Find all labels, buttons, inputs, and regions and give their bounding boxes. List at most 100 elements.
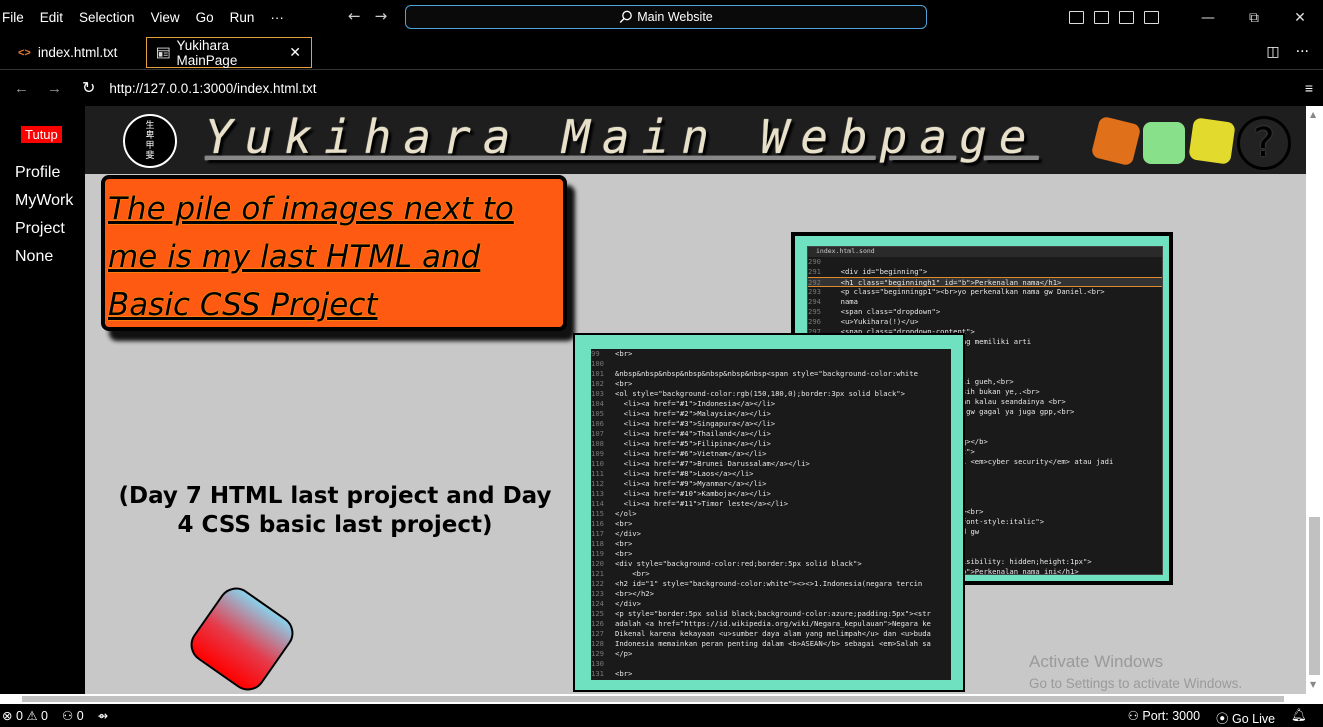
browser-menu-icon[interactable]: ≡ — [1305, 80, 1313, 96]
close-window-button[interactable]: ✕ — [1277, 10, 1323, 26]
code-line: 102 <br> — [591, 379, 951, 389]
green-square-icon[interactable] — [1143, 122, 1185, 164]
orange-square-icon[interactable] — [1090, 115, 1142, 167]
menu-item-go[interactable]: Go — [188, 10, 222, 25]
seal-logo: 生卑甲斐 — [123, 114, 177, 168]
code-line: 126 adalah <a href="https://id.wikipedia.… — [591, 619, 951, 629]
code-line: 101 &nbsp&nbsp&nbsp&nbsp&nbsp&nbsp&nbsp<s… — [591, 369, 951, 379]
browser-toolbar: ← → ↻ http://127.0.0.1:3000/index.html.t… — [0, 70, 1323, 106]
code-line: 103 <ol style="background-color:rgb(150,1… — [591, 389, 951, 399]
line-number: 290 — [808, 257, 821, 266]
customize-layout-icon[interactable] — [1144, 11, 1159, 24]
broadcast-icon: ⚇ — [1127, 709, 1143, 723]
line-text: <div style="background-color:red;border:… — [615, 559, 862, 568]
menu-more-icon[interactable]: ··· — [262, 10, 292, 25]
code-line: 129 </p> — [591, 649, 951, 659]
code-line: 120 <div style="background-color:red;bord… — [591, 559, 951, 569]
project-caption: (Day 7 HTML last project and Day 4 CSS b… — [100, 482, 570, 540]
browser-back-icon[interactable]: ← — [14, 80, 29, 97]
toggle-panel-icon[interactable] — [1094, 11, 1109, 24]
problems-indicator[interactable]: ⊗ 0 ⚠ 0 — [2, 708, 48, 723]
browser-forward-icon[interactable]: → — [47, 80, 62, 97]
menu-item-view[interactable]: View — [143, 10, 188, 25]
code-line: 128 Indonesia memainkan peran penting dal… — [591, 639, 951, 649]
line-number: 116 — [591, 519, 604, 528]
activate-title: Activate Windows — [1029, 652, 1164, 671]
notifications-bell-icon[interactable]: 🔔︎ — [1291, 708, 1307, 727]
line-number: 107 — [591, 429, 604, 438]
code-line: 131 <br> — [591, 669, 951, 679]
yellow-square-icon[interactable] — [1188, 117, 1236, 165]
restore-button[interactable]: ⧉ — [1231, 10, 1277, 26]
split-editor-icon[interactable]: ◫ — [1266, 44, 1279, 60]
scroll-down-icon[interactable]: ▼ — [1310, 680, 1316, 689]
line-number: 101 — [591, 369, 604, 378]
broadcast-icon: ⚇ — [62, 709, 77, 723]
sidebar-link-none[interactable]: None — [15, 248, 53, 266]
sidebar-link-mywork[interactable]: MyWork — [15, 192, 73, 210]
webpage-viewport: Tutup Profile MyWork Project None 生卑甲斐 Y… — [0, 106, 1306, 694]
line-text: <p style="border:5px solid black;backgro… — [615, 609, 931, 618]
line-text: <br> — [615, 539, 633, 548]
code-line: 292 <h1 class="beginningh1" id="b">Perke… — [808, 277, 1162, 287]
line-number: 121 — [591, 569, 604, 578]
line-text: <br> — [615, 379, 633, 388]
gradient-diamond — [183, 580, 301, 694]
menu-item-file[interactable]: File — [0, 10, 32, 25]
toggle-primary-sidebar-icon[interactable] — [1069, 11, 1084, 24]
line-number: 119 — [591, 549, 604, 558]
intro-box: The pile of images next to me is my last… — [101, 175, 567, 331]
code-line: 107 <li><a href="#4">Thailand</a></li> — [591, 429, 951, 439]
caption-line: (Day 7 HTML last project and Day — [118, 483, 552, 509]
line-text: <br> — [615, 519, 633, 528]
toggle-secondary-sidebar-icon[interactable] — [1119, 11, 1134, 24]
line-text: </div> — [615, 529, 641, 538]
tutup-button[interactable]: Tutup — [21, 126, 62, 143]
intro-line: me is my last HTML and — [108, 239, 481, 275]
menu-bar: File Edit Selection View Go Run ··· — [0, 10, 292, 25]
menu-item-edit[interactable]: Edit — [32, 10, 71, 25]
command-center[interactable]: Main Website — [405, 5, 927, 29]
editor-tab-bar: <> index.html.txt Yukihara MainPage ✕ ◫ … — [0, 35, 1323, 70]
code-line: 125 <p style="border:5px solid black;back… — [591, 609, 951, 619]
tab-yukihara-mainpage[interactable]: Yukihara MainPage ✕ — [146, 37, 312, 68]
minimize-button[interactable]: — — [1185, 10, 1231, 26]
scrollbar-thumb[interactable] — [1309, 517, 1320, 675]
line-number: 103 — [591, 389, 604, 398]
intro-line: The pile of images next to — [108, 191, 514, 227]
sidebar-link-profile[interactable]: Profile — [15, 164, 60, 182]
close-icon[interactable]: ✕ — [289, 44, 301, 61]
editor-actions: ◫ ··· — [1266, 44, 1309, 60]
code-line: 130 — [591, 659, 951, 669]
menu-item-selection[interactable]: Selection — [71, 10, 143, 25]
forward-arrow-icon[interactable]: → — [375, 7, 388, 25]
ports-indicator[interactable]: ⚇ 0 — [62, 708, 84, 723]
line-number: 124 — [591, 599, 604, 608]
go-live-button[interactable]: ⦿ Go Live — [1216, 708, 1275, 727]
horizontal-scrollbar[interactable] — [0, 694, 1323, 704]
line-text: <li><a href="#10">Kamboja</a></li> — [615, 489, 771, 498]
line-number: 129 — [591, 649, 604, 658]
code-line: 293 <p class="beginningp1"><br>yo perken… — [808, 287, 1162, 297]
code-line: 118 <br> — [591, 539, 951, 549]
url-field[interactable]: http://127.0.0.1:3000/index.html.txt — [109, 81, 316, 96]
port-indicator[interactable]: ⚇ Port: 3000 — [1128, 708, 1200, 727]
scroll-up-icon[interactable]: ▲ — [1310, 110, 1316, 119]
line-number: 102 — [591, 379, 604, 388]
accounts-icon[interactable]: ⇴ — [98, 708, 108, 723]
line-text: <h2 id="1" style="background-color:white… — [615, 579, 923, 588]
line-text: <li><a href="#6">Vietnam</a></li> — [615, 449, 767, 458]
reload-icon[interactable]: ↻ — [82, 78, 95, 98]
menu-item-run[interactable]: Run — [222, 10, 263, 25]
sidebar-link-project[interactable]: Project — [15, 220, 65, 238]
tab-index-html-txt[interactable]: <> index.html.txt — [8, 37, 134, 68]
vertical-scrollbar[interactable]: ▲ ▼ — [1306, 106, 1323, 694]
help-icon[interactable]: ? — [1237, 116, 1291, 170]
scrollbar-thumb[interactable] — [22, 696, 1284, 702]
title-bar: File Edit Selection View Go Run ··· ← → Main W… — [0, 0, 1323, 35]
code-line: 112 <li><a href="#9">Myanmar</a></li> — [591, 479, 951, 489]
more-actions-icon[interactable]: ··· — [1296, 44, 1309, 60]
history-nav: ← → — [348, 7, 387, 25]
line-number: 127 — [591, 629, 604, 638]
back-arrow-icon[interactable]: ← — [348, 7, 361, 25]
